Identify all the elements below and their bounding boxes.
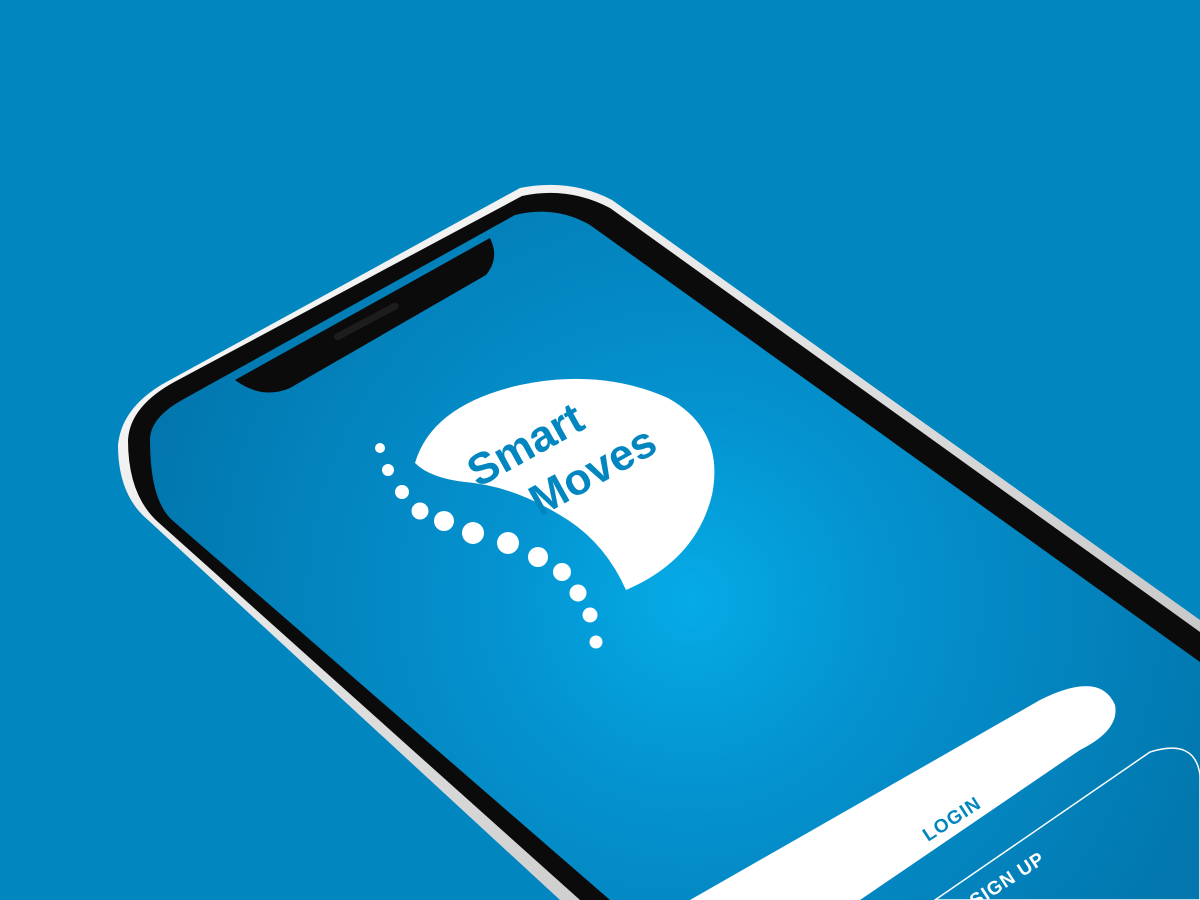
phone-mockup: Smart Moves LOGIN SIGN UP (118, 184, 1200, 900)
app-scene: Smart Moves LOGIN SIGN UP (0, 0, 1200, 900)
